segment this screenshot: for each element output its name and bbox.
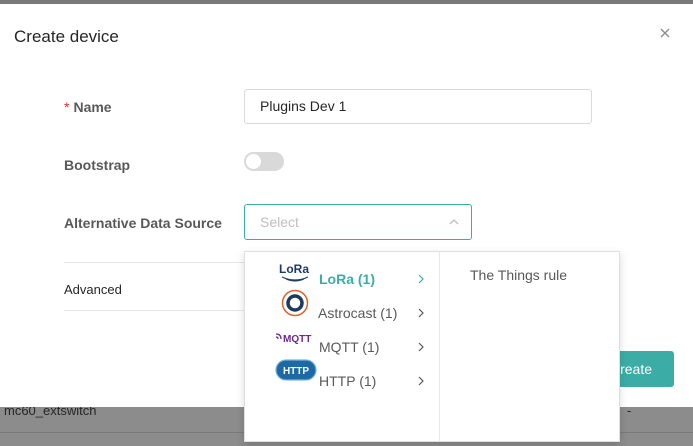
chevron-up-icon [449, 219, 459, 225]
chevron-right-icon [418, 376, 424, 386]
required-mark: * [64, 99, 70, 115]
lora-logo-icon: LoRa [279, 262, 309, 282]
menu-item-label: MQTT (1) [319, 339, 380, 355]
advanced-toggle[interactable]: Advanced [64, 282, 122, 297]
chevron-right-icon [418, 342, 424, 352]
chevron-right-icon [418, 308, 424, 318]
modal-title: Create device [14, 27, 119, 46]
submenu-item-label: The Things rule [470, 267, 568, 283]
menu-item-label: HTTP (1) [319, 373, 377, 389]
alt-source-select[interactable]: Select [244, 204, 472, 240]
svg-text:HTTP: HTTP [283, 366, 309, 377]
name-input[interactable]: Plugins Dev 1 [244, 89, 592, 124]
bootstrap-toggle[interactable] [244, 152, 284, 171]
name-label-text: Name [73, 99, 112, 115]
menu-item-http[interactable]: HTTP HTTP (1) [245, 359, 439, 399]
astrocast-logo-icon [281, 289, 309, 317]
name-input-value: Plugins Dev 1 [260, 98, 347, 114]
submenu-item-things-rule[interactable]: The Things rule [440, 264, 620, 286]
menu-item-lora[interactable]: LoRa LoRa (1) [245, 262, 439, 297]
chevron-right-icon [418, 274, 424, 284]
close-icon[interactable] [657, 25, 673, 41]
mqtt-logo-icon: MQTT [275, 333, 311, 344]
data-source-menu: LoRa LoRa (1) Astrocast (1) MQTT MQTT (1… [245, 252, 440, 441]
menu-item-astrocast[interactable]: Astrocast (1) [245, 289, 439, 331]
data-source-dropdown: LoRa LoRa (1) Astrocast (1) MQTT MQTT (1… [244, 251, 620, 442]
svg-text:MQTT: MQTT [283, 334, 311, 344]
toggle-knob [246, 154, 261, 169]
svg-text:LoRa: LoRa [279, 262, 309, 276]
menu-item-label: Astrocast (1) [318, 305, 398, 321]
alt-source-label: Alternative Data Source [64, 215, 222, 231]
alt-source-placeholder: Select [260, 214, 299, 230]
data-source-submenu: The Things rule [440, 252, 620, 441]
http-logo-icon: HTTP [275, 359, 317, 381]
advanced-divider-top [64, 262, 244, 263]
bootstrap-label: Bootstrap [64, 157, 131, 173]
advanced-divider-bottom [64, 310, 244, 311]
menu-item-label: LoRa (1) [319, 271, 375, 287]
name-label: * Name [64, 99, 112, 115]
